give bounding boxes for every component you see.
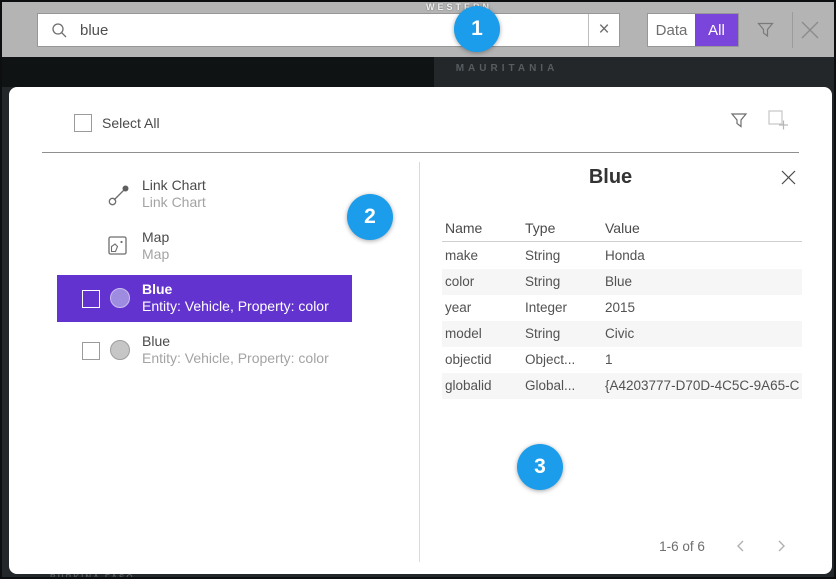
cell-type: Object... <box>525 347 601 373</box>
cell-name: model <box>445 321 521 347</box>
cell-value: 1 <box>605 347 800 373</box>
list-item-subtitle: Link Chart <box>142 194 206 211</box>
close-search-icon[interactable] <box>799 19 821 41</box>
cell-value: Blue <box>605 269 800 295</box>
search-toolbar: WESTERN SAHARA × Data All <box>2 2 836 57</box>
chevron-left-icon[interactable] <box>734 539 748 553</box>
link-chart-icon <box>107 183 131 207</box>
list-item-text: Blue Entity: Vehicle, Property: color <box>142 333 329 367</box>
cell-type: Integer <box>525 295 601 321</box>
list-item-subtitle: Entity: Vehicle, Property: color <box>142 298 329 315</box>
entity-circle-icon <box>110 340 130 360</box>
list-item-subtitle: Map <box>142 246 169 263</box>
table-row: model String Civic <box>442 321 802 347</box>
screenshot-frame: MAURITANIA BURKINA FASO WESTERN SAHARA ×… <box>0 0 836 579</box>
list-item-text: Blue Entity: Vehicle, Property: color <box>142 281 329 315</box>
toolbar-divider <box>792 12 793 48</box>
search-mode-toggle: Data All <box>647 13 739 47</box>
details-title: Blue <box>419 166 802 189</box>
list-item-text: Map Map <box>142 229 169 263</box>
annotation-callout-3: 3 <box>517 444 563 490</box>
cell-value: Honda <box>605 243 800 269</box>
list-item-title: Blue <box>142 333 329 350</box>
search-input[interactable] <box>78 21 588 40</box>
mode-all-button[interactable]: All <box>695 14 738 46</box>
select-all-label: Select All <box>102 115 160 131</box>
search-input-group: × <box>37 13 620 47</box>
list-item-title: Blue <box>142 281 329 298</box>
table-row: color String Blue <box>442 269 802 295</box>
chevron-right-icon[interactable] <box>774 539 788 553</box>
list-item-blue-selected[interactable]: Blue Entity: Vehicle, Property: color <box>57 275 352 322</box>
table-row: globalid Global... {A4203777-D70D-4C5C-9… <box>442 373 802 399</box>
cell-type: String <box>525 321 601 347</box>
search-results-panel: Select All Link Chart Link Chart Map Ma <box>9 87 832 574</box>
cell-name: globalid <box>445 373 521 399</box>
table-row: objectid Object... 1 <box>442 347 802 373</box>
clear-search-button[interactable]: × <box>588 14 619 46</box>
list-item-title: Link Chart <box>142 177 206 194</box>
details-close-icon[interactable] <box>780 169 797 186</box>
cell-name: make <box>445 243 521 269</box>
table-row: year Integer 2015 <box>442 295 802 321</box>
list-item-title: Map <box>142 229 169 246</box>
filter-icon[interactable] <box>756 21 775 39</box>
annotation-callout-2: 2 <box>347 194 393 240</box>
list-item-text: Link Chart Link Chart <box>142 177 206 211</box>
annotation-callout-1: 1 <box>454 6 500 52</box>
list-item-subtitle: Entity: Vehicle, Property: color <box>142 350 329 367</box>
pagination-range: 1-6 of 6 <box>637 539 727 554</box>
entity-circle-icon <box>110 288 130 308</box>
table-row: make String Honda <box>442 243 802 269</box>
cell-name: year <box>445 295 521 321</box>
item-checkbox[interactable] <box>82 290 100 308</box>
cell-type: String <box>525 269 601 295</box>
item-checkbox[interactable] <box>82 342 100 360</box>
column-header-value: Value <box>605 220 640 236</box>
results-filter-icon[interactable] <box>730 112 748 129</box>
cell-name: color <box>445 269 521 295</box>
map-icon <box>107 235 129 257</box>
map-country-label: MAURITANIA <box>442 63 572 74</box>
column-header-type: Type <box>525 220 555 236</box>
cell-value: Civic <box>605 321 800 347</box>
mode-data-button[interactable]: Data <box>648 14 695 46</box>
cell-type: String <box>525 243 601 269</box>
add-to-selection-icon[interactable] <box>766 108 790 132</box>
table-header-divider <box>442 241 802 242</box>
select-all-checkbox[interactable] <box>74 114 92 132</box>
search-icon <box>51 22 68 39</box>
list-item-blue[interactable]: Blue Entity: Vehicle, Property: color <box>57 327 352 374</box>
header-divider <box>42 152 799 153</box>
cell-value: {A4203777-D70D-4C5C-9A65-C... <box>605 373 800 399</box>
cell-value: 2015 <box>605 295 800 321</box>
cell-name: objectid <box>445 347 521 373</box>
list-item-map[interactable]: Map Map <box>57 223 352 270</box>
list-item-link-chart[interactable]: Link Chart Link Chart <box>57 171 352 218</box>
column-divider <box>419 162 420 562</box>
column-header-name: Name <box>445 220 482 236</box>
map-background <box>2 55 434 87</box>
cell-type: Global... <box>525 373 601 399</box>
